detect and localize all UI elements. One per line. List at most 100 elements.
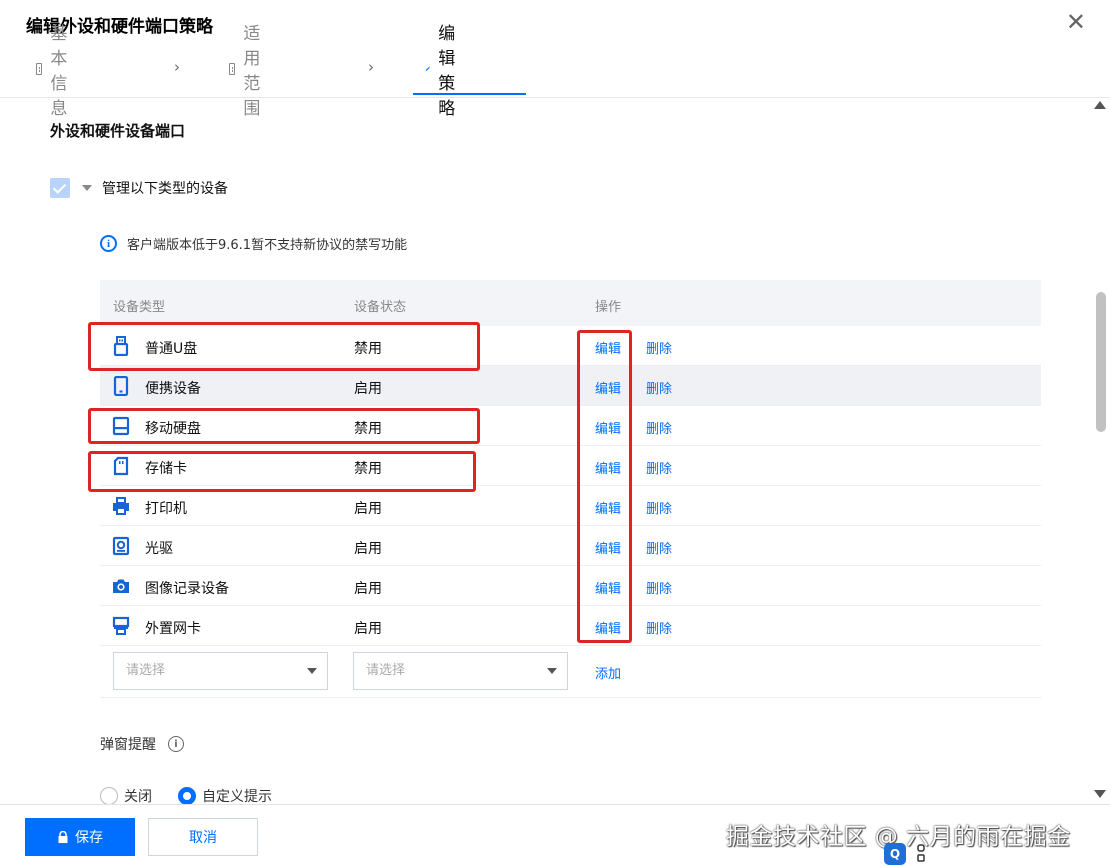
popup-reminder-row: 弹窗提醒 i [100, 734, 184, 754]
device-name: 打印机 [145, 501, 187, 517]
step-basic-info[interactable]: 基本信息 [36, 24, 75, 119]
save-label: 保存 [75, 830, 103, 846]
usb-icon [113, 336, 129, 356]
cancel-label: 取消 [189, 830, 217, 846]
table-row: 普通U盘 禁用 编辑 删除 [100, 326, 1041, 366]
device-name: 存储卡 [145, 461, 187, 477]
scrollbar-thumb[interactable] [1096, 292, 1106, 432]
dialog-footer: 保存 取消 掘金技术社区 @ 六月的雨在掘金 Q [0, 804, 1110, 867]
table-row: 外置网卡 启用 编辑 删除 [100, 606, 1041, 646]
form-icon [36, 63, 43, 75]
edit-link[interactable]: 编辑 [595, 338, 621, 357]
network-card-icon [112, 616, 130, 635]
device-name: 普通U盘 [145, 341, 198, 357]
chevron-right-icon: › [174, 58, 180, 76]
device-status: 启用 [354, 381, 382, 397]
table-header: 设备类型 设备状态 操作 [100, 280, 1041, 326]
hard-drive-icon [112, 416, 130, 436]
scroll-down-arrow[interactable] [1094, 790, 1106, 798]
device-status: 禁用 [354, 341, 382, 357]
select-placeholder: 请选择 [366, 663, 406, 678]
popup-label: 弹窗提醒 [100, 737, 156, 753]
edit-link[interactable]: 编辑 [595, 498, 621, 517]
floating-tool-button[interactable]: Q [884, 843, 906, 865]
edit-link[interactable]: 编辑 [595, 618, 621, 637]
delete-link[interactable]: 删除 [646, 338, 672, 357]
table-row: 图像记录设备 启用 编辑 删除 [100, 566, 1041, 606]
table-row: 移动硬盘 禁用 编辑 删除 [100, 406, 1041, 446]
radio-custom[interactable] [178, 787, 196, 804]
section-title: 外设和硬件设备端口 [50, 122, 186, 140]
header-operation: 操作 [595, 300, 622, 315]
device-name: 便携设备 [145, 381, 201, 397]
table-row: 便携设备 启用 编辑 删除 [100, 366, 1041, 406]
device-status: 启用 [354, 541, 382, 557]
header-device-status: 设备状态 [354, 300, 407, 315]
drag-handle-icon [917, 844, 925, 862]
device-status: 禁用 [354, 461, 382, 477]
edit-link[interactable]: 编辑 [595, 578, 621, 597]
manage-devices-row: 管理以下类型的设备 [50, 178, 228, 198]
delete-link[interactable]: 删除 [646, 538, 672, 557]
delete-link[interactable]: 删除 [646, 618, 672, 637]
popup-options: 关闭 自定义提示 [100, 786, 298, 804]
delete-link[interactable]: 删除 [646, 578, 672, 597]
phone-icon [113, 376, 129, 396]
device-name: 外置网卡 [145, 621, 201, 637]
scroll-up-arrow[interactable] [1094, 101, 1106, 109]
device-name: 图像记录设备 [145, 581, 229, 597]
printer-icon [113, 497, 129, 515]
manage-devices-label: 管理以下类型的设备 [102, 181, 228, 197]
select-placeholder: 请选择 [126, 663, 166, 678]
save-button[interactable]: 保存 [25, 818, 135, 856]
device-status: 启用 [354, 621, 382, 637]
table-row: 打印机 启用 编辑 删除 [100, 486, 1041, 526]
content-area: 外设和硬件设备端口 管理以下类型的设备 i 客户端版本低于9.6.1暂不支持新协… [0, 98, 1110, 804]
caret-down-icon[interactable] [82, 185, 92, 191]
pencil-icon [425, 66, 431, 71]
delete-link[interactable]: 删除 [646, 418, 672, 437]
manage-devices-checkbox[interactable] [50, 178, 70, 198]
step-edit-policy[interactable]: 编辑策略 [425, 24, 464, 119]
edit-link[interactable]: 编辑 [595, 378, 621, 397]
active-step-indicator [413, 93, 526, 95]
radio-custom-label: 自定义提示 [202, 789, 272, 804]
radio-off[interactable] [100, 787, 118, 804]
caret-down-icon [307, 668, 317, 674]
edit-link[interactable]: 编辑 [595, 458, 621, 477]
table-row: 光驱 启用 编辑 删除 [100, 526, 1041, 566]
dialog-header: 编辑外设和硬件端口策略 ✕ 基本信息 › 适用范围 › 编辑策略 [0, 0, 1110, 119]
help-icon[interactable]: i [168, 736, 184, 752]
device-table: 设备类型 设备状态 操作 普通U盘 禁用 编辑 删除 便携设备 启用 编辑 删除 [100, 280, 1041, 698]
close-icon[interactable]: ✕ [1066, 10, 1086, 34]
device-status: 禁用 [354, 421, 382, 437]
add-device-link[interactable]: 添加 [595, 663, 621, 682]
cancel-button[interactable]: 取消 [148, 818, 258, 856]
device-name: 光驱 [145, 541, 173, 557]
info-text: 客户端版本低于9.6.1暂不支持新协议的禁写功能 [127, 238, 408, 253]
floating-tool-handle[interactable] [914, 843, 928, 865]
sd-card-icon [113, 456, 129, 476]
caret-down-icon [547, 668, 557, 674]
header-device-type: 设备类型 [113, 300, 166, 315]
edit-link[interactable]: 编辑 [595, 538, 621, 557]
edit-link[interactable]: 编辑 [595, 418, 621, 437]
info-notice: i 客户端版本低于9.6.1暂不支持新协议的禁写功能 [100, 234, 407, 253]
table-row: 存储卡 禁用 编辑 删除 [100, 446, 1041, 486]
chart-icon [229, 63, 236, 75]
add-device-row: 请选择 请选择 添加 [100, 646, 1041, 698]
delete-link[interactable]: 删除 [646, 458, 672, 477]
radio-off-label: 关闭 [124, 789, 152, 804]
device-status: 启用 [354, 581, 382, 597]
step-scope[interactable]: 适用范围 [229, 24, 268, 119]
lock-icon [58, 831, 68, 843]
camera-icon [113, 579, 129, 593]
device-status: 启用 [354, 501, 382, 517]
delete-link[interactable]: 删除 [646, 378, 672, 397]
device-status-select[interactable]: 请选择 [353, 652, 568, 690]
info-icon: i [100, 235, 117, 252]
optical-drive-icon [112, 536, 130, 556]
device-type-select[interactable]: 请选择 [113, 652, 328, 690]
chevron-right-icon: › [368, 58, 374, 76]
delete-link[interactable]: 删除 [646, 498, 672, 517]
